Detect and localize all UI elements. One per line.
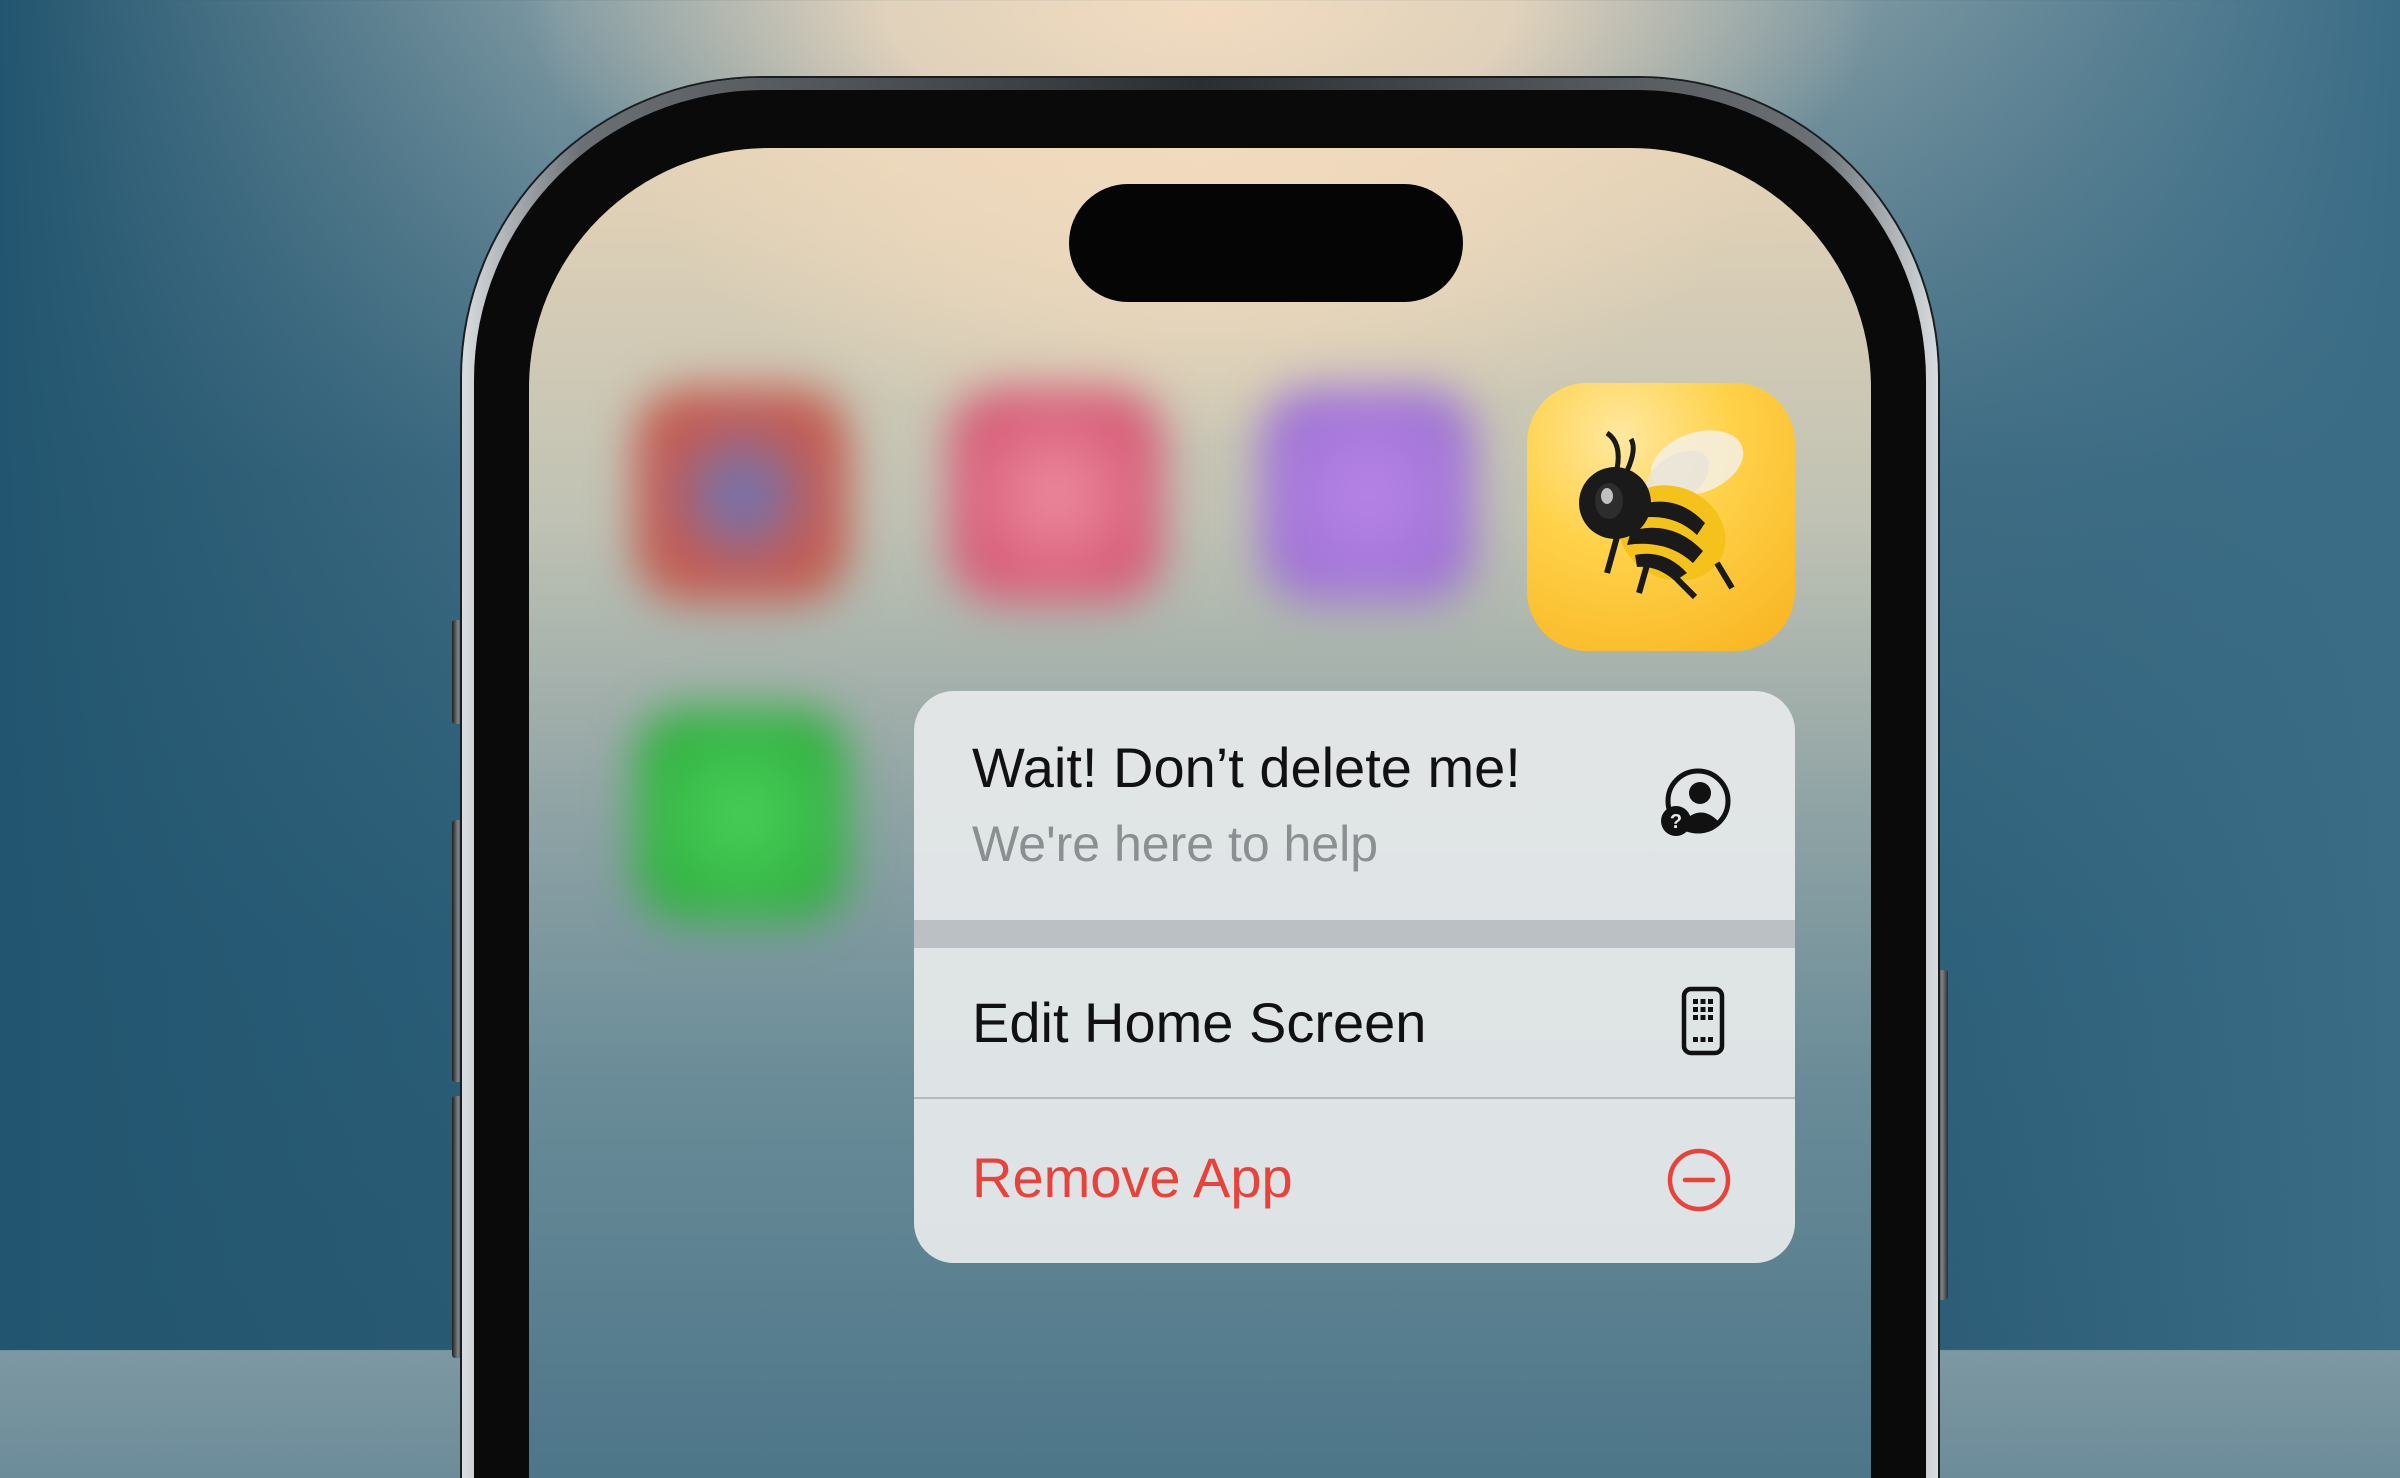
blurred-app-1[interactable]: [635, 388, 849, 602]
blurred-app-3[interactable]: [1261, 388, 1475, 602]
bee-app-icon[interactable]: [1527, 383, 1795, 651]
help-title: Wait! Don’t delete me!: [972, 736, 1521, 799]
phone-apps-icon: [1680, 986, 1726, 1061]
remove-app-label: Remove App: [972, 1146, 1293, 1209]
blurred-app-4[interactable]: [635, 708, 849, 922]
menu-item-help[interactable]: Wait! Don’t delete me! We're here to hel…: [914, 691, 1795, 920]
bee-icon: [1579, 430, 1744, 600]
menu-group-divider: [914, 920, 1795, 948]
menu-item-remove-app[interactable]: Remove App: [914, 1099, 1795, 1263]
blurred-app-2[interactable]: [949, 388, 1163, 602]
dynamic-island: [1069, 184, 1463, 302]
menu-item-edit-home-screen[interactable]: Edit Home Screen: [914, 948, 1795, 1097]
minus-circle-icon: [1666, 1147, 1732, 1218]
context-menu: Wait! Don’t delete me! We're here to hel…: [914, 691, 1795, 1263]
person-question-icon: ?: [1654, 765, 1734, 850]
svg-text:?: ?: [1670, 811, 1682, 833]
help-subtitle: We're here to help: [972, 816, 1379, 872]
edit-home-screen-label: Edit Home Screen: [972, 991, 1427, 1054]
